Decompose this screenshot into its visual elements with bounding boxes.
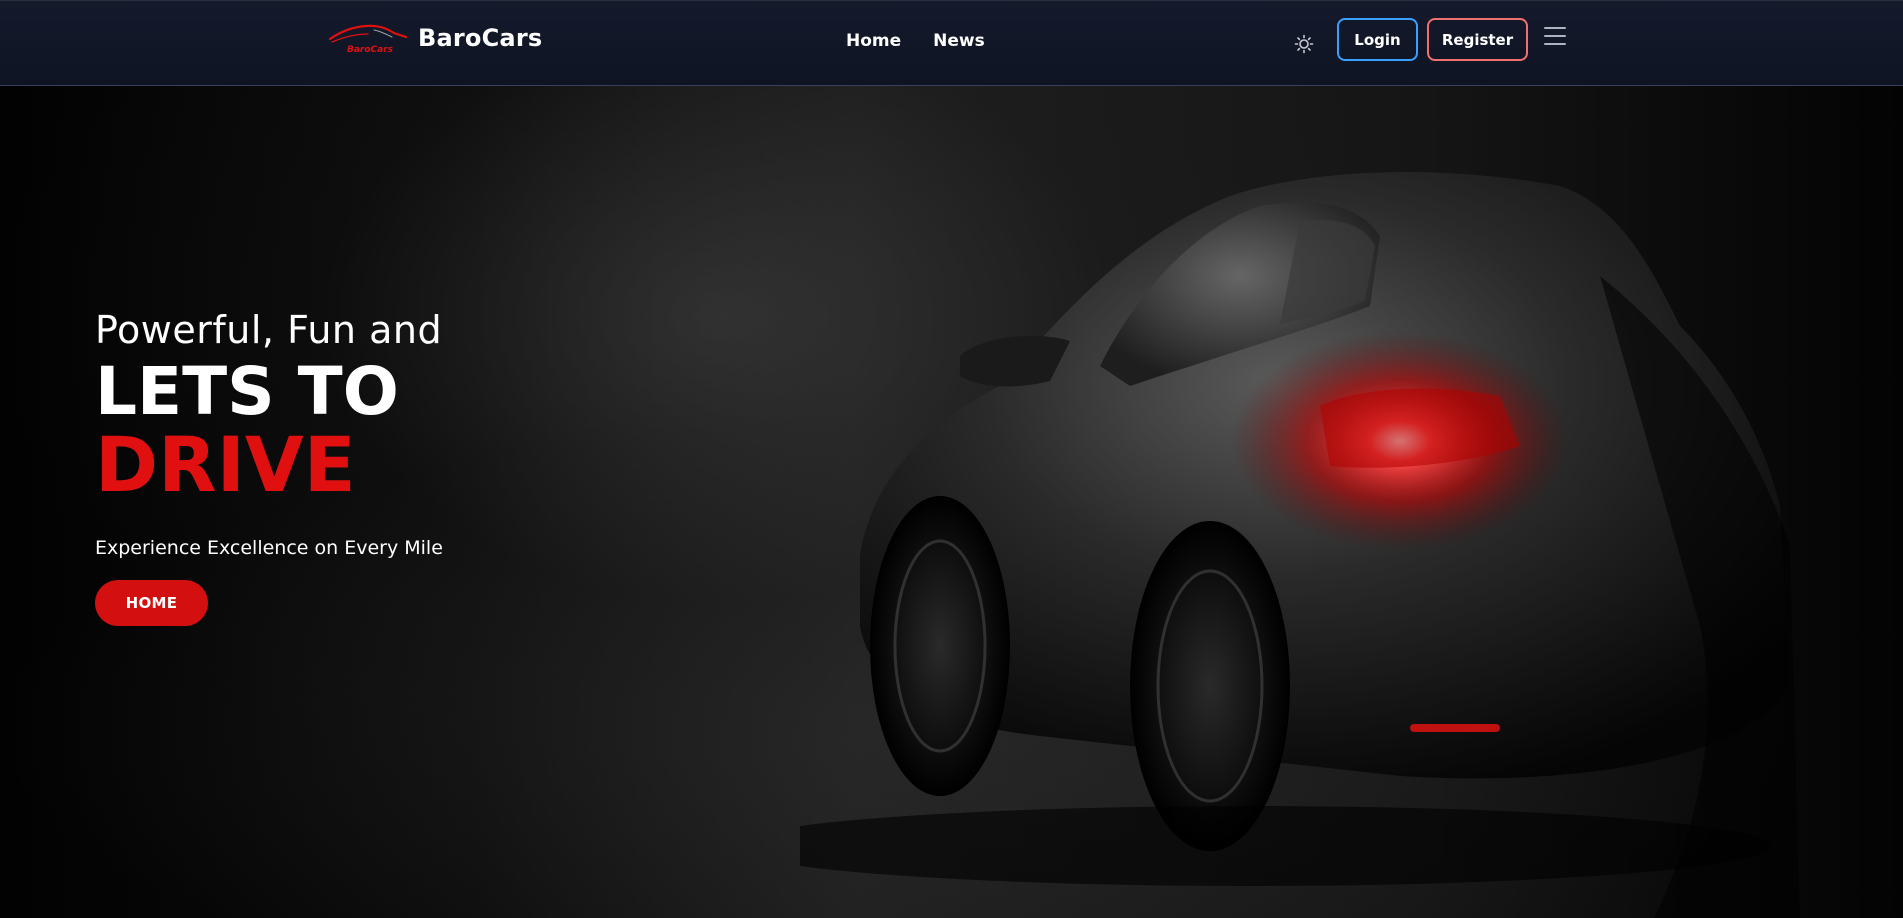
sports-car-image (800, 172, 1800, 918)
brand-name: BaroCars (418, 24, 543, 52)
nav-link-news[interactable]: News (933, 31, 985, 51)
sun-icon[interactable] (1294, 34, 1314, 54)
brand-home-link[interactable]: BaroCars BaroCars (328, 18, 542, 58)
hero-title-line-1: LETS TO (95, 352, 399, 430)
hero-content: Powerful, Fun and LETS TO DRIVE Experien… (95, 308, 695, 626)
brand-logo-text: BaroCars (347, 45, 394, 55)
hamburger-menu-icon[interactable] (1544, 27, 1568, 49)
hero-subtitle: Powerful, Fun and (95, 308, 443, 352)
brand-logo-icon: BaroCars (328, 24, 408, 55)
hero-tagline: Experience Excellence on Every Mile (95, 536, 443, 559)
hero-section: Powerful, Fun and LETS TO DRIVE Experien… (0, 86, 1903, 918)
hero-title-line-2: DRIVE (95, 419, 356, 509)
main-nav: Home News (846, 31, 985, 51)
login-button[interactable]: Login (1337, 18, 1418, 61)
top-navbar: BaroCars BaroCars Home News Login Regist… (0, 0, 1903, 86)
register-button[interactable]: Register (1427, 18, 1528, 61)
hero-home-button[interactable]: HOME (95, 579, 208, 626)
nav-link-home[interactable]: Home (846, 31, 901, 51)
